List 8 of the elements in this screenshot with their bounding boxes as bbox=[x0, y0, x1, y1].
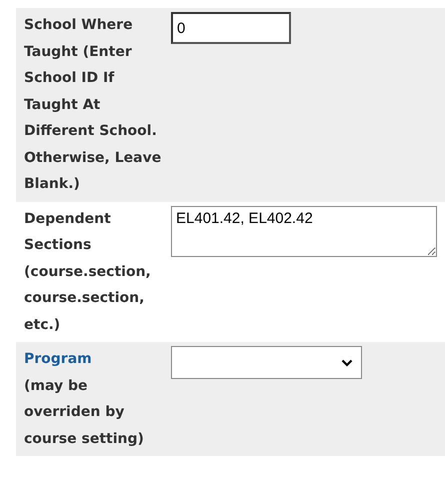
field-label: Dependent Sections (course.section, course.section, etc.) bbox=[24, 210, 152, 334]
program-link[interactable]: Program bbox=[24, 346, 92, 372]
select-dropdown[interactable] bbox=[171, 346, 362, 379]
field-label: School Where Taught (Enter School ID If Taught At Different School. Otherwise, Leave Blank.) bbox=[24, 16, 162, 194]
field-note: (may be overriden by course setting) bbox=[24, 376, 145, 448]
text-field[interactable]: 0 bbox=[171, 12, 291, 44]
textarea-field[interactable]: EL401.42, EL402.42 bbox=[171, 206, 437, 256]
chevron-down-icon bbox=[341, 358, 353, 366]
